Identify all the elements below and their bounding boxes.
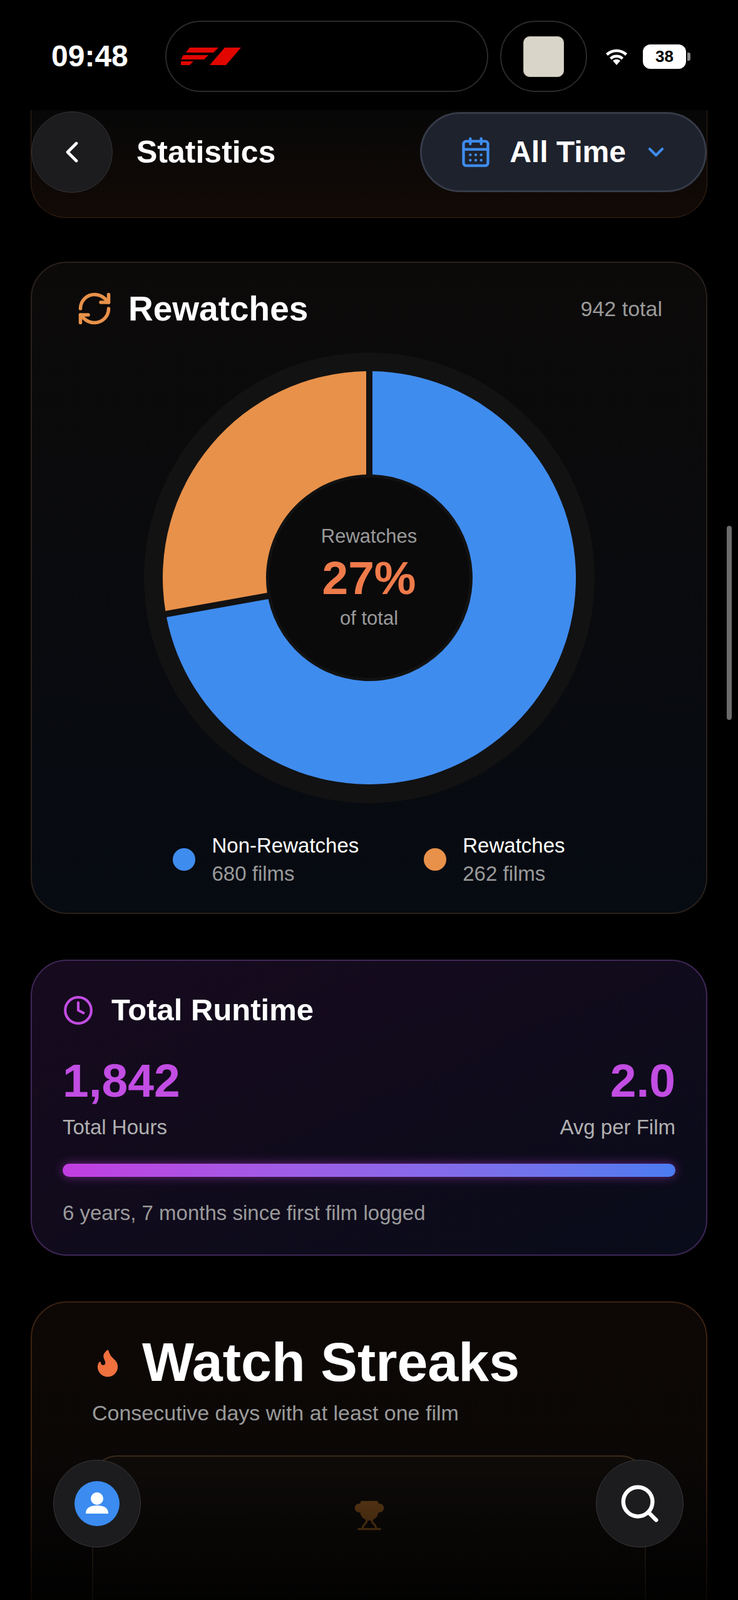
- page-title: Statistics: [136, 133, 276, 171]
- legend-dot: [172, 848, 196, 871]
- center-label: Rewatches: [321, 523, 417, 549]
- avg-per-film: 2.0: [610, 1053, 676, 1108]
- battery-level: 38: [655, 48, 674, 65]
- statistics-screen: 09:48 38 Statistics All Time Rewatches 942 to…: [0, 0, 738, 1600]
- runtime-bar-fill: [62, 1163, 676, 1177]
- battery-nub: [687, 52, 691, 61]
- avg-per-film-label: Avg per Film: [559, 1113, 676, 1142]
- legend-label: Rewatches: [462, 831, 565, 860]
- dynamic-island: [165, 20, 489, 93]
- runtime-bar: [62, 1163, 676, 1177]
- center-value: 27%: [321, 552, 416, 605]
- streaks-subtitle: Consecutive days with at least one film: [92, 1399, 646, 1427]
- legend-count: 262 films: [462, 859, 565, 888]
- center-caption: of total: [339, 605, 399, 631]
- header: Statistics All Time: [30, 110, 708, 218]
- runtime-title: Total Runtime: [111, 993, 314, 1028]
- profile-icon: [74, 1481, 120, 1527]
- battery: 38: [642, 44, 687, 69]
- legend-count: 680 films: [211, 859, 359, 888]
- flame-icon: [92, 1347, 124, 1379]
- trophy-icon: [353, 1499, 386, 1532]
- range-dropdown[interactable]: All Time: [420, 112, 707, 193]
- legend-item: Non-Rewatches680 films: [172, 831, 359, 888]
- album-art: [523, 36, 564, 77]
- now-playing-bubble[interactable]: [500, 20, 588, 93]
- range-label: All Time: [509, 133, 626, 171]
- total-hours: 1,842: [62, 1053, 181, 1108]
- f1-logo-icon: [180, 47, 241, 66]
- total-hours-label: Total Hours: [62, 1113, 168, 1142]
- back-button[interactable]: [31, 111, 113, 193]
- legend-item: Rewatches262 films: [423, 831, 565, 888]
- chevron-down-icon: [643, 139, 669, 165]
- legend-dot: [423, 848, 447, 871]
- status-bar: 09:48 38: [0, 20, 738, 93]
- scroll-indicator: [726, 525, 732, 720]
- longest-streak-card: [92, 1455, 646, 1600]
- chart-legend: Non-Rewatches680 films Rewatches262 films: [75, 831, 663, 888]
- chevron-left-icon: [54, 134, 90, 170]
- search-button[interactable]: [595, 1459, 684, 1548]
- runtime-footer: 6 years, 7 months since first film logge…: [62, 1199, 676, 1227]
- donut-center: Rewatches 27%of total: [143, 352, 595, 804]
- streaks-card: Watch Streaks Consecutive days with at le…: [30, 1301, 708, 1600]
- profile-button[interactable]: [53, 1459, 141, 1548]
- runtime-card: Total Runtime 1,842 Total Hours 2.0 Avg per …: [30, 959, 708, 1256]
- rewatches-title: Rewatches: [128, 287, 308, 330]
- rewatches-card: Rewatches 942 total Rewatches 27%of total No…: [30, 261, 708, 914]
- rewatches-total: 942 total: [580, 296, 663, 322]
- donut-chart: Rewatches 27%of total: [143, 352, 595, 804]
- status-time: 09:48: [51, 41, 146, 72]
- search-icon: [617, 1481, 662, 1526]
- streaks-title: Watch Streaks: [142, 1332, 520, 1393]
- rewatch-icon: [75, 289, 114, 328]
- clock-icon: [62, 994, 94, 1026]
- wifi-icon: [603, 46, 630, 67]
- legend-label: Non-Rewatches: [211, 831, 359, 860]
- calendar-icon: [459, 135, 492, 169]
